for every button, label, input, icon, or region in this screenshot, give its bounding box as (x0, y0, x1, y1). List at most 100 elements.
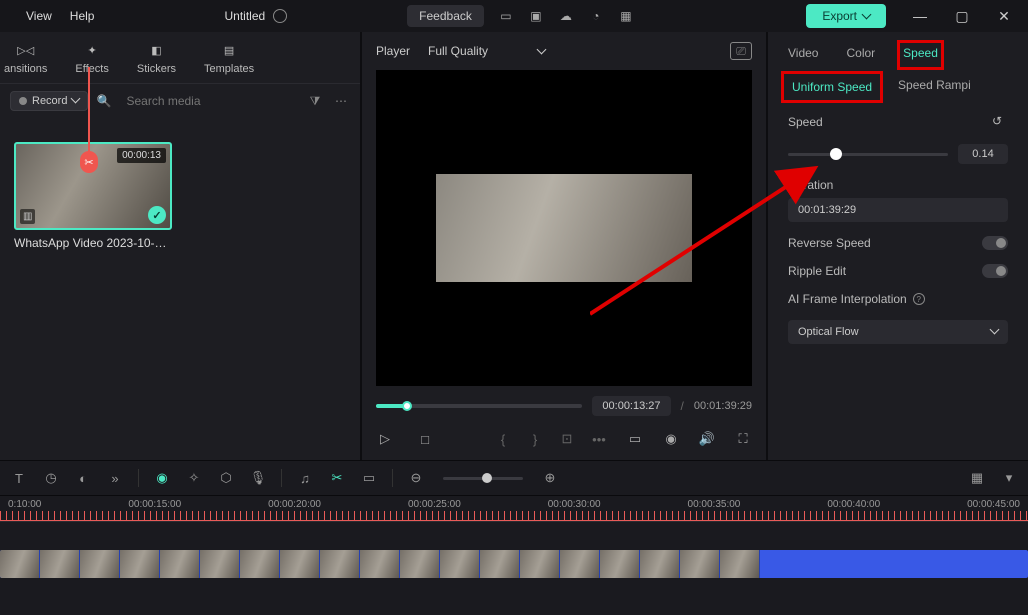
video-type-badge: ▥ (20, 209, 35, 224)
video-track-clip[interactable] (0, 550, 1028, 578)
cloud-upload-icon[interactable]: ☁ (558, 8, 574, 24)
progress-thumb[interactable] (402, 401, 412, 411)
headphones-icon[interactable]: ◔ (588, 8, 604, 24)
timeline-tracks (0, 522, 1028, 615)
tab-stickers[interactable]: ◧ Stickers (137, 40, 176, 75)
music-icon[interactable]: ♫ (296, 469, 314, 487)
speed-value[interactable]: 0.14 (958, 144, 1008, 164)
tab-speed-ramping[interactable]: Speed Ramping (898, 78, 970, 96)
maximize-button[interactable]: ▢ (946, 4, 978, 28)
record-button[interactable]: Record (10, 91, 88, 111)
mark-out-icon[interactable]: } (526, 430, 544, 448)
timeline-ruler[interactable]: 0:10:00 00:00:15:00 00:00:20:00 00:00:25… (0, 496, 1028, 522)
player-header: Player Full Quality ⎚ (362, 32, 766, 70)
templates-icon: ▤ (219, 40, 239, 60)
clip-name: WhatsApp Video 2023-10-05... (14, 236, 172, 250)
track-options-icon[interactable]: ▦ (968, 469, 986, 487)
more-tools-icon[interactable]: » (106, 469, 124, 487)
tab-label: Stickers (137, 63, 176, 75)
media-library-panel: ▷◁ ansitions ✦ Effects ◧ Stickers ▤ Temp… (0, 32, 362, 460)
stop-button[interactable]: □ (416, 430, 434, 448)
scissors-icon[interactable]: ✂ (80, 151, 98, 173)
speed-slider-thumb[interactable] (830, 148, 842, 160)
close-button[interactable]: ✕ (988, 4, 1020, 28)
tab-video[interactable]: Video (788, 46, 818, 64)
snapshot-icon[interactable]: ⎚ (730, 42, 752, 60)
quality-dropdown[interactable]: Full Quality (428, 44, 545, 58)
tab-uniform-speed[interactable]: Uniform Speed (788, 78, 876, 96)
tab-transitions[interactable]: ▷◁ ansitions (4, 40, 47, 75)
reverse-speed-toggle[interactable] (982, 236, 1008, 250)
display-icon[interactable]: ▭ (626, 430, 644, 448)
text-tool-icon[interactable]: T (10, 469, 28, 487)
ruler-tick: 00:00:40:00 (827, 499, 880, 510)
effects-icon: ✦ (82, 40, 102, 60)
ai-interpolation-dropdown[interactable]: Optical Flow (788, 320, 1008, 344)
stickers-icon: ◧ (146, 40, 166, 60)
search-input[interactable] (120, 90, 298, 112)
ai-interpolation-row: AI Frame Interpolation ? (788, 292, 1008, 306)
progress-slider[interactable] (376, 404, 582, 408)
ruler-tick: 00:00:35:00 (688, 499, 741, 510)
ratio-icon[interactable]: ⊡ (558, 430, 576, 448)
reset-icon[interactable]: ↺ (992, 114, 1008, 130)
feedback-button[interactable]: Feedback (407, 5, 484, 27)
freeze-icon[interactable]: ▭ (360, 469, 378, 487)
marker-icon[interactable]: ⬡ (217, 469, 235, 487)
record-label: Record (32, 95, 67, 107)
duration-badge: 00:00:13 (117, 148, 166, 163)
titlebar: View Help Untitled Feedback ▭ ▣ ☁ ◔ ▦ Ex… (0, 0, 1028, 32)
tab-speed[interactable]: Speed (903, 46, 938, 64)
ai-tool-icon[interactable]: ◉ (153, 469, 171, 487)
timeline-panel: T ◷ ◐ » ◉ ✧ ⬡ 🎙 ♫ ✂ ▭ ⊖ ⊕ ▦ ▾ 0:10:00 00… (0, 460, 1028, 615)
export-button[interactable]: Export (806, 4, 886, 28)
titlebar-actions: ▭ ▣ ☁ ◔ ▦ (498, 8, 634, 24)
save-icon[interactable]: ▣ (528, 8, 544, 24)
device-icon[interactable]: ▭ (498, 8, 514, 24)
cloud-sync-icon[interactable] (273, 9, 287, 23)
properties-panel: Video Color Speed Uniform Speed Speed Ra… (768, 32, 1028, 460)
voiceover-icon[interactable]: ✧ (185, 469, 203, 487)
duration-field[interactable]: 00:01:39:29 (788, 198, 1008, 222)
mark-in-icon[interactable]: { (494, 430, 512, 448)
filter-icon[interactable]: ⧩ (306, 94, 324, 109)
total-time: 00:01:39:29 (694, 400, 752, 412)
playback-progress: 00:00:13:27 / 00:01:39:29 (362, 386, 766, 426)
zoom-out-icon[interactable]: ⊖ (407, 469, 425, 487)
apps-grid-icon[interactable]: ▦ (618, 8, 634, 24)
color-tool-icon[interactable]: ◐ (74, 469, 92, 487)
ruler-tick: 00:00:20:00 (268, 499, 321, 510)
menu-help[interactable]: Help (70, 9, 95, 23)
minimize-button[interactable]: ― (904, 4, 936, 28)
library-tabs: ▷◁ ansitions ✦ Effects ◧ Stickers ▤ Temp… (0, 32, 360, 84)
player-controls: ▷ □ { } ⊡ ••• ▭ ◉ 🔊 ⛶ (362, 426, 766, 460)
zoom-thumb[interactable] (482, 473, 492, 483)
timeline-playhead[interactable]: ✂ (82, 67, 96, 173)
ruler-tick: 00:00:45:00 (967, 499, 1020, 510)
volume-icon[interactable]: 🔊 (698, 430, 716, 448)
zoom-slider[interactable] (443, 477, 523, 480)
camera-icon[interactable]: ◉ (662, 430, 680, 448)
video-frame (436, 174, 692, 281)
text-icon[interactable]: ••• (590, 430, 608, 448)
speed-slider[interactable] (788, 153, 948, 156)
split-icon[interactable]: ✂ (328, 469, 346, 487)
property-tabs: Video Color Speed (768, 32, 1028, 72)
crop-tool-icon[interactable]: ◷ (42, 469, 60, 487)
document-title: Untitled (224, 9, 287, 23)
quality-value: Full Quality (428, 44, 488, 58)
export-label: Export (822, 9, 857, 23)
fullscreen-icon[interactable]: ⛶ (734, 430, 752, 448)
tab-templates[interactable]: ▤ Templates (204, 40, 254, 75)
tab-color[interactable]: Color (846, 46, 875, 64)
help-icon[interactable]: ? (913, 293, 925, 305)
zoom-in-icon[interactable]: ⊕ (541, 469, 559, 487)
ripple-edit-toggle[interactable] (982, 264, 1008, 278)
menu-view[interactable]: View (26, 9, 52, 23)
search-icon: 🔍 (96, 94, 112, 108)
mic-icon[interactable]: 🎙 (249, 469, 267, 487)
preview-viewport[interactable] (376, 70, 752, 386)
track-settings-icon[interactable]: ▾ (1000, 469, 1018, 487)
more-menu-icon[interactable]: ⋯ (332, 94, 350, 108)
play-button[interactable]: ▷ (376, 430, 394, 448)
